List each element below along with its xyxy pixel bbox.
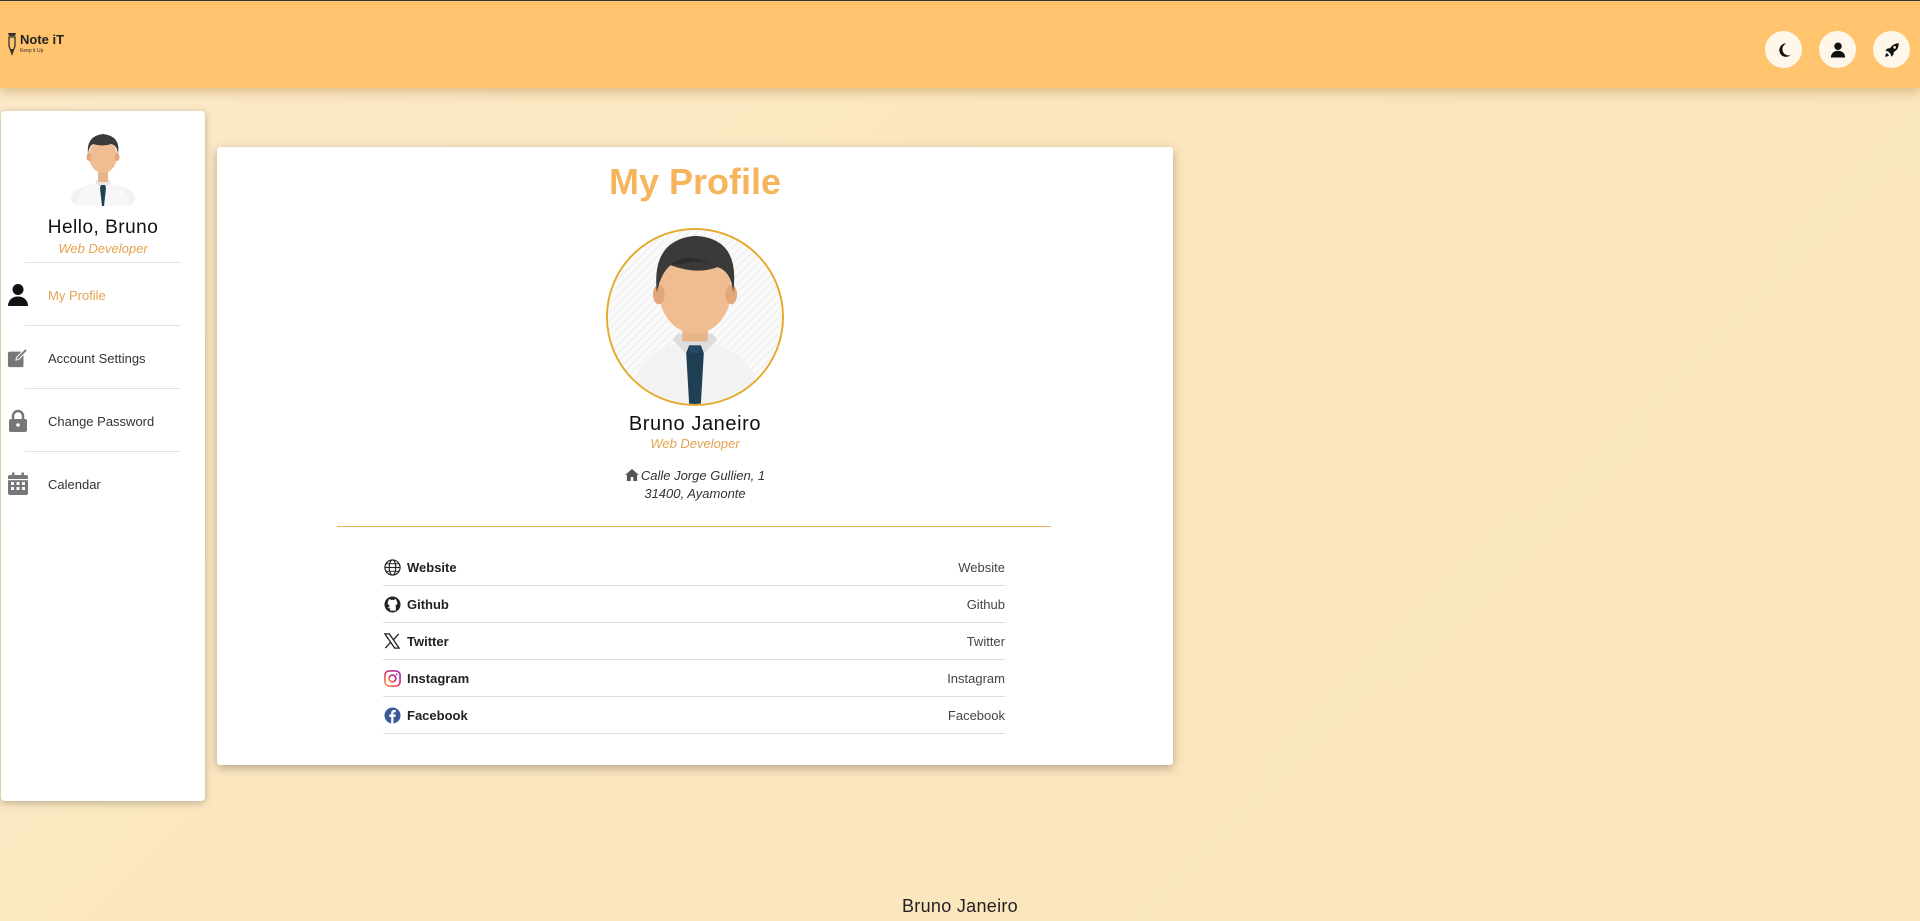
profile-card: My Profile Bruno Janeiro Web Developer C…	[217, 147, 1173, 765]
page-title: My Profile	[608, 161, 782, 202]
sidebar-role: Web Developer	[58, 241, 148, 256]
moon-icon	[1778, 42, 1791, 57]
profile-address: Calle Jorge Gullien, 1 31400, Ayamonte	[217, 467, 1173, 503]
link-row-twitter: Twitter Twitter	[383, 623, 1005, 660]
profile-name: Bruno Janeiro	[628, 413, 762, 435]
sidebar-item-label: Calendar	[48, 476, 101, 492]
calendar-icon	[7, 472, 29, 496]
user-menu-button[interactable]	[1819, 31, 1856, 68]
sidebar-item-label: Account Settings	[48, 350, 146, 366]
link-row-instagram: Instagram Instagram	[383, 660, 1005, 697]
divider	[25, 262, 181, 263]
logo-name: Note iT	[20, 32, 65, 47]
dark-mode-button[interactable]	[1765, 31, 1802, 68]
logo-tagline: Keep it Up	[20, 48, 44, 54]
link-label: Github	[407, 596, 449, 612]
github-icon	[383, 595, 401, 613]
sidebar-greeting: Hello, Bruno	[47, 217, 159, 238]
link-label: Twitter	[407, 633, 449, 649]
profile-role: Web Developer	[650, 436, 740, 451]
twitter-link[interactable]: Twitter	[967, 634, 1005, 649]
github-link[interactable]: Github	[967, 597, 1005, 612]
address-line-2: 31400, Ayamonte	[644, 486, 746, 501]
launch-button[interactable]	[1873, 31, 1910, 68]
x-twitter-icon	[383, 632, 401, 650]
link-label: Website	[407, 559, 457, 575]
lock-icon	[7, 409, 29, 433]
instagram-link[interactable]: Instagram	[947, 671, 1005, 686]
sidebar: Hello, Bruno Web Developer My Profile Ac…	[1, 111, 205, 801]
sidebar-item-label: Change Password	[48, 413, 155, 429]
website-link[interactable]: Website	[958, 560, 1005, 575]
divider	[25, 325, 181, 326]
user-icon	[1830, 42, 1845, 57]
home-icon	[624, 469, 639, 481]
link-label: Instagram	[407, 670, 470, 686]
link-row-github: Github Github	[383, 586, 1005, 623]
user-icon	[7, 283, 29, 307]
address-line-1: Calle Jorge Gullien, 1	[640, 468, 766, 483]
divider	[25, 388, 181, 389]
divider	[25, 451, 181, 452]
globe-icon	[383, 558, 401, 576]
link-label: Facebook	[407, 707, 468, 723]
app-logo[interactable]: Note iT Keep it Up	[6, 32, 64, 56]
link-row-facebook: Facebook Facebook	[383, 697, 1005, 734]
instagram-icon	[383, 669, 401, 687]
sidebar-item-change-password[interactable]: Change Password	[1, 401, 205, 441]
sidebar-avatar	[71, 134, 135, 206]
facebook-link[interactable]: Facebook	[948, 708, 1005, 723]
sidebar-item-calendar[interactable]: Calendar	[1, 464, 205, 504]
sidebar-item-my-profile[interactable]: My Profile	[1, 275, 205, 315]
social-links-list: Website Website Github Github Twitter Tw…	[383, 549, 1005, 734]
sidebar-item-account-settings[interactable]: Account Settings	[1, 338, 205, 378]
profile-avatar	[606, 228, 784, 406]
link-row-website: Website Website	[383, 549, 1005, 586]
pencil-logo-icon	[8, 33, 16, 56]
divider	[337, 526, 1051, 527]
rocket-icon	[1884, 42, 1899, 57]
top-header: Note iT Keep it Up	[0, 0, 1920, 88]
footer-text: Bruno Janeiro	[902, 896, 1018, 916]
facebook-icon	[383, 706, 401, 724]
edit-icon	[7, 346, 29, 370]
sidebar-item-label: My Profile	[48, 287, 106, 303]
